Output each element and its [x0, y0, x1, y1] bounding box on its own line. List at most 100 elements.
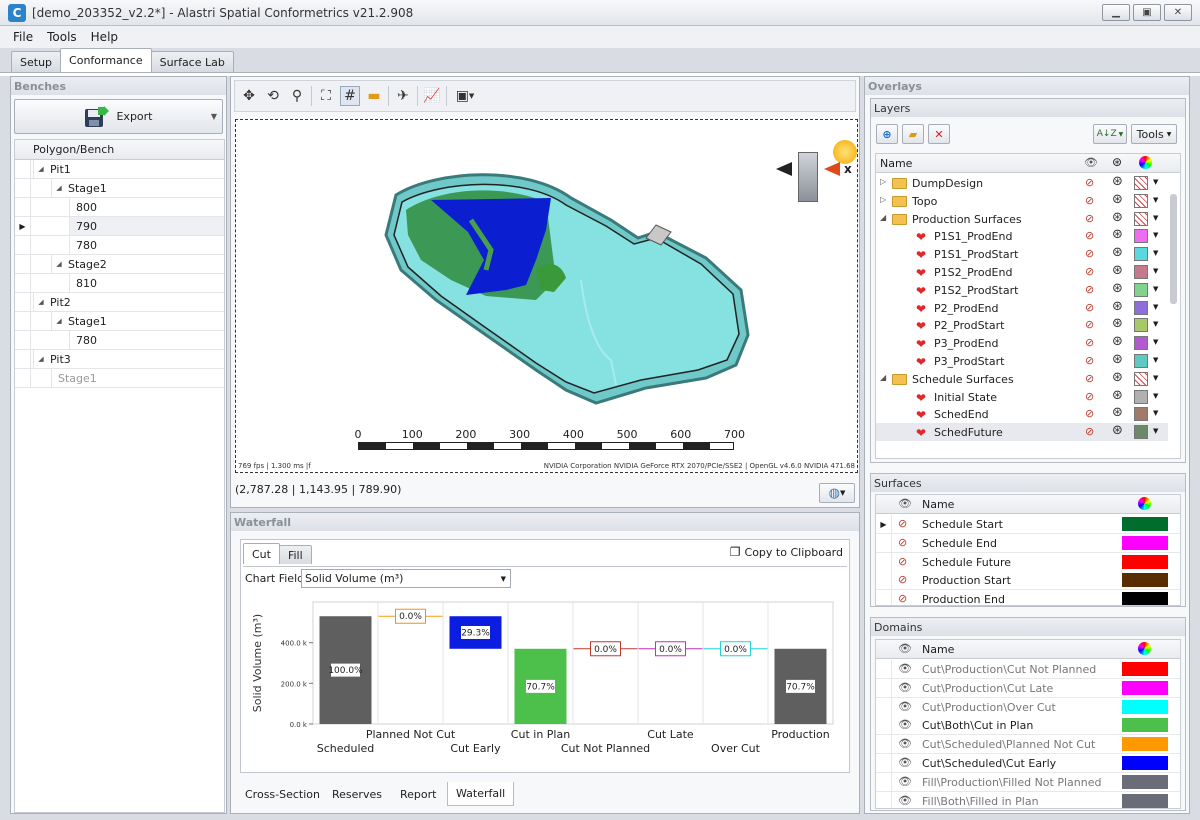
tab-report[interactable]: Report	[392, 782, 444, 806]
expand-arrow-icon[interactable]: ◢	[52, 184, 66, 192]
layer-row[interactable]: ▷ DumpDesign ⊘ ⊛ ▼	[876, 174, 1168, 192]
hatch-icon[interactable]: ⊛	[1112, 210, 1123, 225]
expand-arrow-icon[interactable]: ◢	[34, 165, 48, 173]
tab-setup[interactable]: Setup	[11, 51, 62, 72]
minimize-icon[interactable]: ▁	[1102, 4, 1130, 21]
layer-color-swatch[interactable]	[1134, 300, 1148, 315]
visibility-toggle-icon[interactable]: ⊘	[1085, 372, 1094, 385]
hatch-icon[interactable]: ⊛	[1112, 192, 1123, 207]
hatch-icon[interactable]: ⊛	[1112, 174, 1123, 189]
grid-icon[interactable]: #	[340, 86, 360, 106]
menu-file[interactable]: File	[6, 30, 40, 44]
hatch-icon[interactable]: ⊛	[1112, 334, 1123, 349]
copy-clipboard-button[interactable]: ❐ Copy to Clipboard	[730, 545, 843, 559]
tree-row[interactable]: ▶ 790	[15, 217, 224, 236]
visibility-toggle-icon[interactable]: ⊘	[898, 517, 907, 530]
layer-row[interactable]: ❤ P1S2_ProdEnd ⊘ ⊛ ▼	[876, 263, 1168, 281]
chevron-down-icon[interactable]: ▼	[1153, 392, 1158, 400]
chart-icon[interactable]: 📈	[422, 86, 442, 106]
visibility-toggle-icon[interactable]: 👁	[898, 775, 912, 788]
zoom-icon[interactable]: ⚲	[287, 86, 307, 106]
domain-row[interactable]: 👁 Cut\Production\Cut Late	[876, 678, 1180, 698]
layers-scrollbar[interactable]	[1170, 194, 1177, 304]
orbit-icon[interactable]: ⟲	[263, 86, 283, 106]
color-swatch[interactable]	[1122, 573, 1168, 588]
layer-row[interactable]: ◢ Schedule Surfaces ⊘ ⊛ ▼	[876, 370, 1168, 388]
tree-row[interactable]: ◢ Stage2	[15, 255, 224, 274]
visibility-toggle-icon[interactable]: ⊘	[1085, 265, 1094, 278]
chevron-down-icon[interactable]: ▼	[1153, 214, 1158, 222]
layer-color-swatch[interactable]	[1134, 318, 1148, 333]
sun-icon[interactable]	[833, 140, 857, 164]
tab-waterfall[interactable]: Waterfall	[447, 782, 515, 806]
tree-row[interactable]: Stage1	[15, 369, 224, 388]
chevron-down-icon[interactable]: ▼	[1153, 320, 1158, 328]
layer-row[interactable]: ◢ Production Surfaces ⊘ ⊛ ▼	[876, 210, 1168, 228]
visibility-toggle-icon[interactable]: 👁	[898, 756, 912, 769]
chevron-down-icon[interactable]: ▼	[1153, 356, 1158, 364]
visibility-toggle-icon[interactable]: ⊘	[1085, 212, 1094, 225]
expand-arrow-icon[interactable]: ▷	[880, 177, 886, 186]
tab-conformance[interactable]: Conformance	[60, 48, 152, 72]
export-button[interactable]: Export ▼	[14, 99, 223, 134]
visibility-toggle-icon[interactable]: 👁	[898, 681, 912, 694]
hatch-icon[interactable]: ⊛	[1112, 299, 1123, 314]
visibility-toggle-icon[interactable]: ⊘	[898, 573, 907, 586]
color-swatch[interactable]	[1122, 718, 1168, 733]
domain-row[interactable]: 👁 Cut\Scheduled\Cut Early	[876, 754, 1180, 773]
visibility-toggle-icon[interactable]: ⊘	[1085, 194, 1094, 207]
layer-color-swatch[interactable]	[1134, 247, 1148, 262]
visibility-toggle-icon[interactable]: ⊘	[898, 592, 907, 605]
visibility-toggle-icon[interactable]: ⊘	[1085, 354, 1094, 367]
tree-row[interactable]: ◢ Pit3	[15, 350, 224, 369]
color-swatch[interactable]	[1122, 535, 1168, 550]
layer-color-swatch[interactable]	[1134, 229, 1148, 244]
layer-row[interactable]: ❤ P2_ProdEnd ⊘ ⊛ ▼	[876, 299, 1168, 317]
color-swatch[interactable]	[1122, 774, 1168, 789]
visibility-toggle-icon[interactable]: 👁	[898, 737, 912, 750]
layer-row[interactable]: ❤ SchedFuture ⊘ ⊛ ▼	[876, 423, 1168, 442]
tab-fill[interactable]: Fill	[278, 545, 312, 564]
layer-color-swatch[interactable]	[1134, 425, 1148, 440]
visibility-toggle-icon[interactable]: ⊘	[1085, 390, 1094, 403]
chevron-down-icon[interactable]: ▼	[1153, 409, 1158, 417]
surface-row[interactable]: ▶ ⊘ Schedule Start	[876, 515, 1180, 534]
sort-az-button[interactable]: A↓Z ▼	[1093, 124, 1127, 144]
chart-field-select[interactable]: Solid Volume (m³) ▼	[301, 569, 511, 588]
layer-color-swatch[interactable]	[1134, 193, 1148, 208]
color-swatch[interactable]	[1122, 554, 1168, 569]
tree-row[interactable]: ◢ Pit1	[15, 160, 224, 179]
tab-surface-lab[interactable]: Surface Lab	[150, 51, 234, 72]
add-folder-icon[interactable]: ▰	[902, 124, 924, 144]
tree-row[interactable]: ◢ Stage1	[15, 312, 224, 331]
visibility-toggle-icon[interactable]: ⊘	[1085, 176, 1094, 189]
domain-row[interactable]: 👁 Fill\Both\Filled in Plan	[876, 791, 1180, 808]
visibility-toggle-icon[interactable]: ⊘	[898, 536, 907, 549]
visibility-toggle-icon[interactable]: 👁	[898, 662, 912, 675]
layer-row[interactable]: ❤ Initial State ⊘ ⊛ ▼	[876, 388, 1168, 406]
visibility-toggle-icon[interactable]: 👁	[898, 718, 912, 731]
hatch-icon[interactable]: ⊛	[1112, 405, 1123, 420]
layer-row[interactable]: ❤ P3_ProdEnd ⊘ ⊛ ▼	[876, 334, 1168, 352]
dropdown-arrow-icon[interactable]: ▼	[211, 112, 217, 121]
hatch-icon[interactable]: ⊛	[1112, 227, 1123, 242]
chevron-down-icon[interactable]: ▼	[1153, 374, 1158, 382]
color-swatch[interactable]	[1122, 592, 1168, 605]
visibility-toggle-icon[interactable]: ⊘	[1085, 229, 1094, 242]
surface-row[interactable]: ⊘ Schedule End	[876, 533, 1180, 553]
hatch-icon[interactable]: ⊛	[1112, 352, 1123, 367]
tree-row[interactable]: 780	[15, 331, 224, 350]
color-swatch[interactable]	[1122, 680, 1168, 695]
tree-row[interactable]: ◢ Stage1	[15, 179, 224, 198]
hatch-icon[interactable]: ⊛	[1112, 388, 1123, 403]
expand-arrow-icon[interactable]: ◢	[34, 298, 48, 306]
layer-row[interactable]: ❤ P1S2_ProdStart ⊘ ⊛ ▼	[876, 281, 1168, 299]
chevron-down-icon[interactable]: ▼	[1153, 231, 1158, 239]
visibility-toggle-icon[interactable]: 👁	[898, 700, 912, 713]
color-swatch[interactable]	[1122, 793, 1168, 808]
layer-color-swatch[interactable]	[1134, 371, 1148, 386]
domain-row[interactable]: 👁 Cut\Production\Over Cut	[876, 697, 1180, 717]
zoom-extents-icon[interactable]: ⛶	[316, 86, 336, 106]
hatch-icon[interactable]: ⊛	[1112, 370, 1123, 385]
chevron-down-icon[interactable]: ▼	[1153, 338, 1158, 346]
